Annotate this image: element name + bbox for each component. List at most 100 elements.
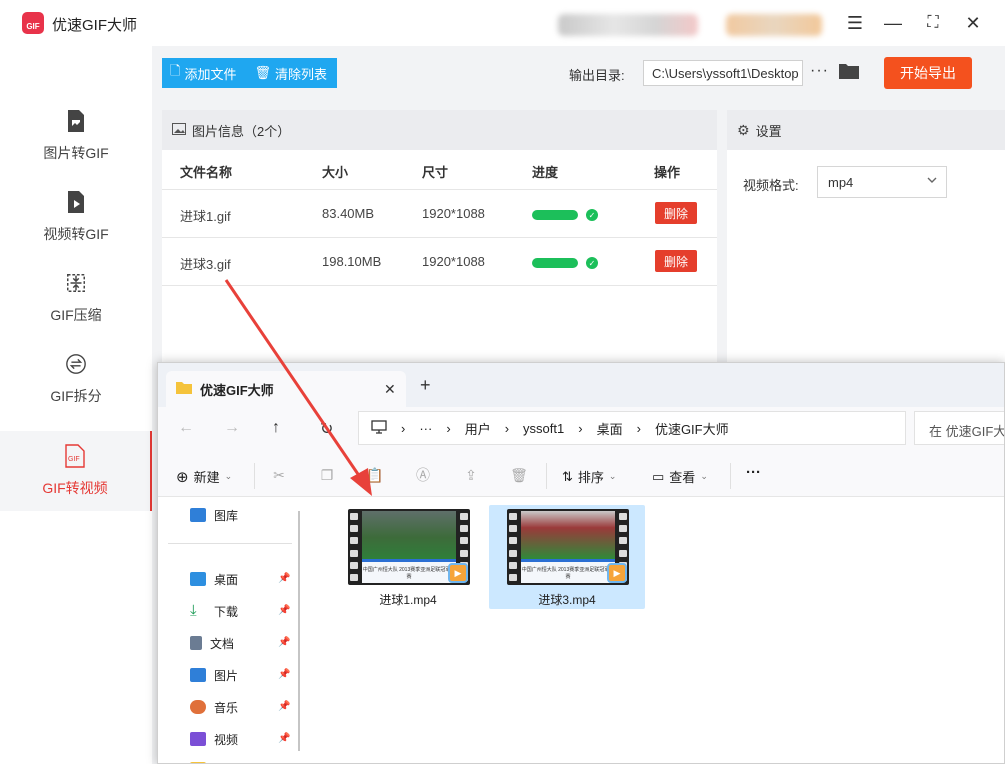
file-name: 进球1.mp4 [379,593,437,607]
breadcrumb-item[interactable]: 用户 [465,419,491,438]
check-icon: ✓ [586,209,598,221]
more-options-button[interactable]: ··· [746,464,761,481]
clear-list-button[interactable]: 🗑 清除列表 [254,64,327,83]
paste-icon[interactable]: 📋 [366,466,384,484]
breadcrumb-ellipsis[interactable]: ··· [419,421,432,436]
add-file-button[interactable]: 🗋 添加文件 [170,62,236,84]
sort-button[interactable]: ⇅ 排序 ⌄ [562,467,616,486]
media-player-icon: ▶ [448,563,468,583]
close-icon[interactable]: ✕ [384,381,396,398]
minimize-icon[interactable]: — [880,10,906,36]
folder-icon [176,381,192,397]
file-item-selected[interactable]: 中国广州恒大队 2013赛季亚洲足联冠军联赛 ▶ 进球3.mp4 [489,505,645,609]
nav-item-downloads[interactable]: ⤓ 下载 [190,601,238,621]
new-tab-button[interactable]: + [420,375,431,396]
up-arrow-icon[interactable]: ↑ [272,419,280,437]
table-row: 进球3.gif 198.10MB 1920*1088 ✓ 删除 [162,238,717,286]
download-icon: ⤓ [190,602,197,619]
image-file-icon [65,109,87,133]
sidebar-item-image-to-gif[interactable]: 图片转GIF [0,96,152,176]
video-banner-text: 中国广州恒大队 2013赛季亚洲足联冠军联赛 [521,559,615,583]
cut-icon[interactable]: ✂ [270,466,288,484]
delete-button[interactable]: 删除 [655,202,697,224]
nav-item-gallery[interactable]: 图库 [190,505,238,525]
trash-icon: 🗑 [254,65,271,80]
nav-item-videos[interactable]: 视频 [190,729,238,749]
column-header-action: 操作 [654,165,681,180]
divider [254,463,255,489]
explorer-tab-title: 优速GIF大师 [200,382,274,398]
file-size: 83.40MB [322,206,375,221]
progress-bar [532,210,578,220]
breadcrumb-item[interactable]: 优速GIF大师 [655,419,729,438]
sidebar-item-gif-split[interactable]: GIF拆分 [0,339,152,419]
more-options-button[interactable]: ··· [810,62,829,80]
delete-button[interactable]: 删除 [655,250,697,272]
sort-icon: ⇅ [562,468,573,484]
sidebar-item-gif-to-video[interactable]: GIF GIF转视频 [0,431,152,511]
column-header-dims: 尺寸 [422,165,449,180]
settings-title: 设置 [755,123,782,139]
video-format-label: 视频格式: [743,178,799,193]
column-header-size: 大小 [322,165,349,180]
video-file-icon [65,190,87,214]
copy-icon[interactable]: ❐ [318,466,336,484]
explorer-nav-bar: ← → ↑ ↻ › ··· › 用户 › yssoft1 › 桌面 › 优速GI… [158,407,1004,455]
breadcrumb-item[interactable]: 桌面 [597,419,623,438]
file-list-panel: 图片信息（2个） 文件名称 大小 尺寸 进度 操作 进球1.gif 83.40M… [162,110,717,370]
pin-icon: 📌 [278,669,291,680]
nav-item-pictures[interactable]: 图片 [190,665,238,685]
column-header-name: 文件名称 [180,165,233,180]
video-format-select[interactable]: mp4 [817,166,947,198]
share-icon[interactable]: ⇪ [462,466,480,484]
rename-icon[interactable]: Ⓐ [414,466,432,484]
nav-pane-scrollbar[interactable] [298,511,300,751]
chevron-right-icon: › [636,420,641,436]
forward-arrow-icon[interactable]: → [224,419,240,437]
nav-item-documents[interactable]: 文档 [190,633,234,653]
breadcrumb-item[interactable]: yssoft1 [523,421,564,436]
view-button[interactable]: ▭ 查看 ⌄ [652,467,708,486]
close-icon[interactable]: ✕ [960,10,986,36]
chevron-right-icon: › [446,420,451,436]
file-panel-header: 图片信息（2个） [162,110,717,150]
new-button[interactable]: ⊕ 新建 ⌄ [176,467,232,486]
chevron-down-icon: ⌄ [608,471,617,481]
search-input[interactable]: 在 优速GIF大师 [914,411,1004,445]
maximize-icon[interactable]: ⛶ [920,10,946,36]
video-frame: 中国广州恒大队 2013赛季亚洲足联冠军联赛 [521,511,615,583]
sidebar-item-label: 视频转GIF [43,226,109,242]
explorer-command-bar: ⊕ 新建 ⌄ ✂ ❐ 📋 Ⓐ ⇪ 🗑 ⇅ 排序 ⌄ ▭ 查看 ⌄ ··· [158,455,1004,497]
blurred-vip-badge [726,14,822,36]
chevron-right-icon: › [504,420,510,436]
start-export-button[interactable]: 开始导出 [884,57,972,89]
back-arrow-icon[interactable]: ← [178,419,194,437]
menu-icon[interactable]: ☰ [842,10,868,36]
output-dir-input[interactable]: C:\Users\yssoft1\Desktop [643,60,803,86]
refresh-icon[interactable]: ↻ [320,419,333,439]
divider [546,463,547,489]
nav-item-desktop[interactable]: 桌面 [190,569,238,589]
explorer-tab[interactable]: 优速GIF大师 ✕ [166,371,406,407]
sidebar-item-gif-compress[interactable]: GIF压缩 [0,258,152,338]
sidebar-item-video-to-gif[interactable]: 视频转GIF [0,177,152,257]
video-format-value: mp4 [828,175,854,190]
image-icon [172,122,186,138]
nav-item-music[interactable]: 音乐 [190,697,238,717]
nav-divider [168,543,292,544]
settings-header: ⚙ 设置 [727,110,1005,150]
chevron-right-icon: › [401,420,406,436]
folder-icon[interactable] [838,62,860,83]
file-name: 进球3.mp4 [538,593,596,607]
pin-icon: 📌 [278,701,291,712]
divider [730,463,731,489]
file-item[interactable]: 中国广州恒大队 2013赛季亚洲足联冠军联赛 ▶ 进球1.mp4 [330,505,486,609]
music-icon [190,700,206,714]
explorer-tab-bar: 优速GIF大师 ✕ + [158,363,1004,407]
sidebar-item-label: GIF拆分 [50,388,102,404]
address-bar[interactable]: › ··· › 用户 › yssoft1 › 桌面 › 优速GIF大师 [358,411,906,445]
delete-icon[interactable]: 🗑 [510,466,528,484]
nav-item-more[interactable] [190,759,206,763]
videos-icon [190,732,206,746]
column-header-progress: 进度 [532,165,559,180]
